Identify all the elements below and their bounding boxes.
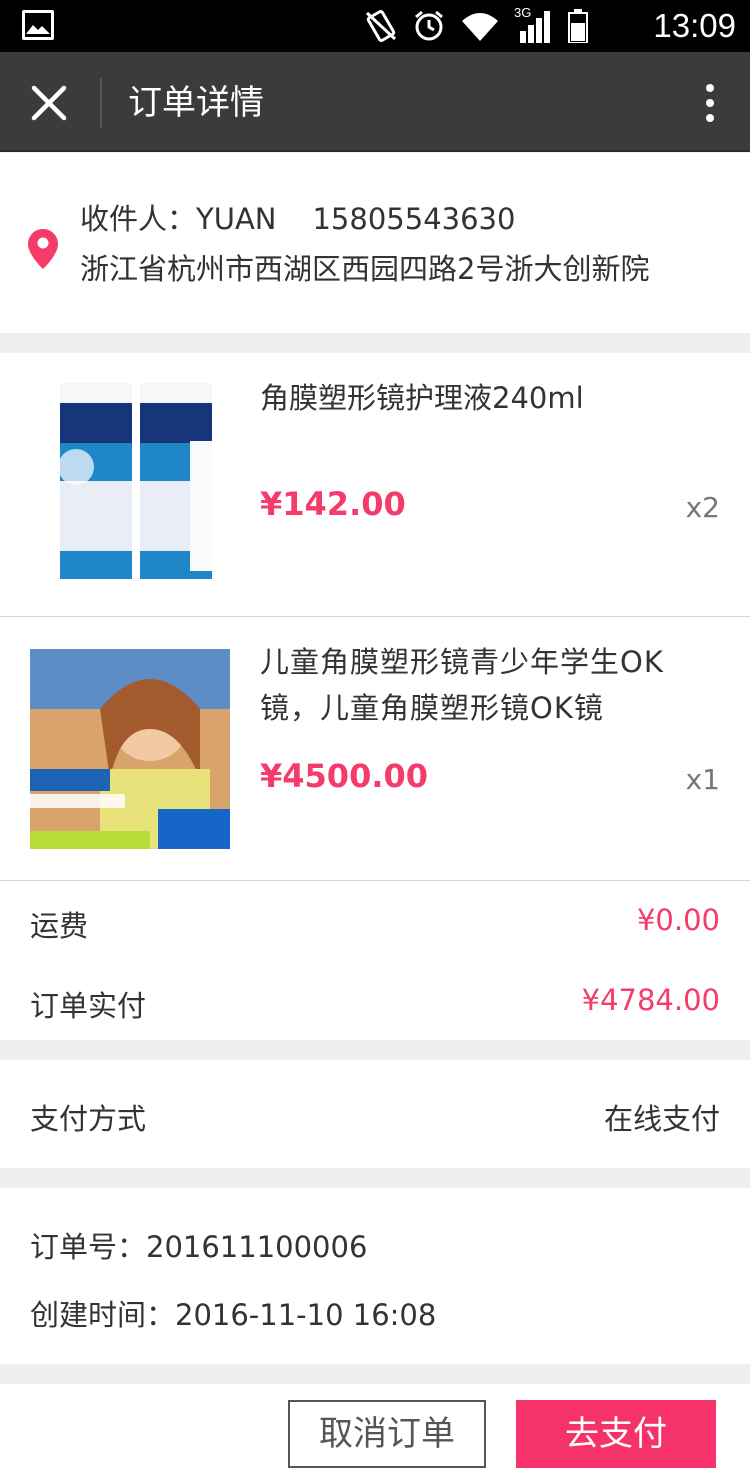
product-image xyxy=(30,649,230,849)
appbar-divider xyxy=(100,78,102,128)
order-number: 订单号：201611100006 xyxy=(30,1230,368,1264)
product-list: 角膜塑形镜护理液240ml ¥142.00 x2 儿童角膜塑形镜青少年学生OK镜… xyxy=(0,353,750,880)
location-pin-icon xyxy=(28,229,58,269)
paid-label: 订单实付 xyxy=(30,989,147,1023)
network-type: 3G xyxy=(514,5,532,20)
wifi-icon xyxy=(462,13,498,41)
product-price: ¥4500.00 xyxy=(260,757,429,795)
page-title: 订单详情 xyxy=(128,83,264,123)
cancel-order-button[interactable]: 取消订单 xyxy=(288,1400,486,1468)
close-icon[interactable] xyxy=(24,78,74,128)
payment-label: 支付方式 xyxy=(30,1102,147,1136)
status-bar: 3G 13:09 xyxy=(0,0,750,52)
recipient-name: 收件人：YUAN xyxy=(80,202,277,236)
vibrate-icon xyxy=(365,9,397,43)
product-quantity: x2 xyxy=(685,491,720,524)
shipping-address[interactable]: 收件人：YUAN 15805543630 浙江省杭州市西湖区西园四路2号浙大创新院 xyxy=(0,153,750,333)
alarm-icon xyxy=(415,10,443,41)
signal-icon: 3G xyxy=(514,5,554,43)
recipient-line: 收件人：YUAN 15805543630 xyxy=(80,199,515,239)
product-name: 角膜塑形镜护理液240ml xyxy=(260,381,584,415)
recipient-phone: 15805543630 xyxy=(312,202,516,236)
app-bar: 订单详情 xyxy=(0,52,750,152)
product-image xyxy=(30,381,230,581)
status-icons: 3G xyxy=(364,5,588,44)
order-created-time: 创建时间：2016-11-10 16:08 xyxy=(30,1298,437,1332)
payment-value: 在线支付 xyxy=(603,1102,720,1136)
shipping-value: ¥0.00 xyxy=(636,903,720,937)
shipping-label: 运费 xyxy=(30,909,89,943)
order-summary: 运费 ¥0.00 订单实付 ¥4784.00 xyxy=(0,880,750,1040)
payment-method[interactable]: 支付方式 在线支付 xyxy=(0,1060,750,1168)
battery-icon xyxy=(568,9,588,43)
product-price: ¥142.00 xyxy=(260,485,406,523)
product-item[interactable]: 角膜塑形镜护理液240ml ¥142.00 x2 xyxy=(0,353,750,616)
product-quantity: x1 xyxy=(685,763,720,796)
clock: 13:09 xyxy=(653,7,736,44)
pay-button[interactable]: 去支付 xyxy=(516,1400,716,1468)
gallery-icon xyxy=(22,10,54,40)
order-info: 订单号：201611100006 创建时间：2016-11-10 16:08 xyxy=(0,1188,750,1364)
paid-value: ¥4784.00 xyxy=(581,983,720,1017)
product-item[interactable]: 儿童角膜塑形镜青少年学生OK镜，儿童角膜塑形镜OK镜 ¥4500.00 x1 xyxy=(0,616,750,879)
product-name: 儿童角膜塑形镜青少年学生OK镜，儿童角膜塑形镜OK镜 xyxy=(260,645,664,725)
more-options-icon[interactable] xyxy=(702,80,718,126)
footer-actions: 取消订单 去支付 xyxy=(0,1384,750,1483)
address-detail: 浙江省杭州市西湖区西园四路2号浙大创新院 xyxy=(80,252,650,286)
